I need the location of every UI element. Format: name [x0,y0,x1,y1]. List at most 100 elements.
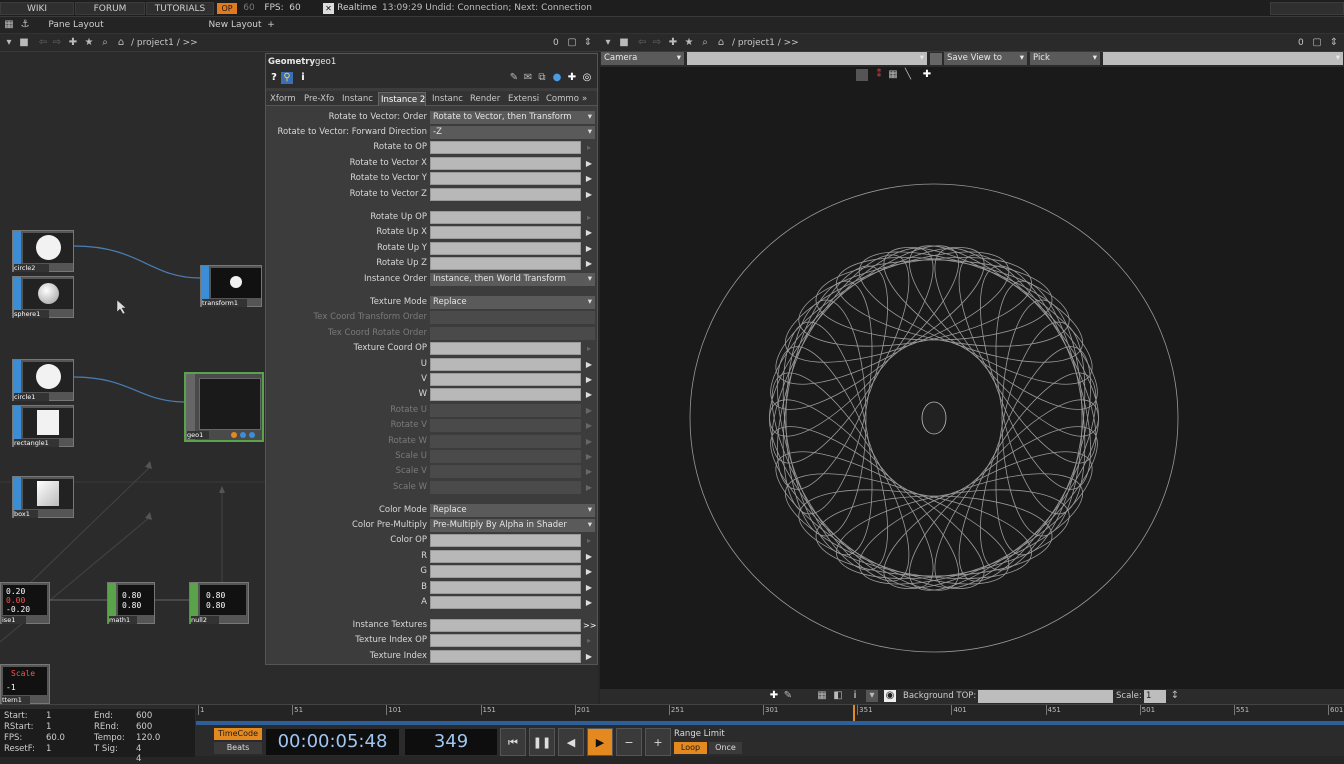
rstart-value[interactable]: 1 [46,722,51,732]
rtv-y-arrow[interactable]: ▶ [583,172,595,185]
instance-textures-expand[interactable]: >> [583,619,596,632]
g-field[interactable] [430,565,581,578]
viewer-tool-5[interactable]: ✚ [921,69,933,81]
timecode-button[interactable]: TimeCode [214,728,262,740]
viewer-tool-1[interactable] [856,69,868,81]
tab-instance[interactable]: Instanc [342,92,376,106]
rotate-up-x-field[interactable] [430,226,581,239]
forward-icon[interactable]: ⇨ [51,37,63,49]
realtime-checkbox[interactable]: ✕ [323,3,334,14]
tab-pre-xform[interactable]: Pre-Xfo [304,92,338,106]
viewer-field[interactable] [687,52,927,65]
timeline-scrub[interactable] [196,721,1344,725]
timecode-display[interactable]: 00:00:05:48 [266,729,399,755]
pane-menu-icon[interactable]: ▾ [3,37,15,49]
rtv-x-arrow[interactable]: ▶ [583,157,595,170]
new-layout-tab[interactable]: New Layout [206,19,264,32]
scale-field[interactable]: 1 [1144,690,1166,703]
help-icon[interactable]: ? [268,72,280,84]
node-circle1[interactable]: circle1 [12,359,74,401]
rotate-to-op-arrow[interactable]: ▸ [583,141,595,154]
tempo-value[interactable]: 120.0 [136,733,160,743]
rotate-to-op-field[interactable] [430,141,581,154]
viewer-search-icon[interactable]: ⌕ [699,37,711,49]
viewer-add-icon[interactable]: ✚ [667,37,679,49]
resetf-value[interactable]: 1 [46,744,51,754]
rotate-up-z-arrow[interactable]: ▶ [583,257,595,270]
forum-button[interactable]: FORUM [75,2,145,15]
vb-camera-icon[interactable]: ◉ [884,690,896,702]
start-value[interactable]: 1 [46,711,51,721]
tl-fps-value[interactable]: 60.0 [46,733,65,743]
info-icon[interactable]: i [297,72,309,84]
rend-value[interactable]: 600 [136,722,152,732]
viewer-pane-menu-icon[interactable]: ▾ [602,37,614,49]
tab-more[interactable]: » [582,92,594,106]
settings-icon[interactable]: ◎ [581,72,593,84]
color-premult-dropdown[interactable]: Pre-Multiply By Alpha in Shader [430,519,595,532]
wiki-button[interactable]: WIKI [0,2,74,15]
add-layout-button[interactable]: + [265,19,277,32]
bookmark-icon[interactable]: ★ [83,37,95,49]
viewer-tool-4[interactable]: ╲ [902,69,914,81]
maximize-icon[interactable]: ▢ [566,37,578,49]
viewer-path[interactable]: / project1 / >> [732,38,799,48]
timeline-ruler[interactable]: 1 51 101 151 201 251 301 351 401 451 501 551 601 [196,705,1344,721]
u-arrow[interactable]: ▶ [583,358,595,371]
rotate-up-y-field[interactable] [430,242,581,255]
viewer-tool-3[interactable]: ▦ [887,69,899,81]
rtv-y-field[interactable] [430,172,581,185]
a-field[interactable] [430,596,581,609]
search-icon[interactable]: ⌕ [99,37,111,49]
perf-mode-badge[interactable]: OP [217,3,237,14]
node-geo1[interactable]: geo1 [184,372,264,442]
vb-paint-icon[interactable]: ✎ [782,690,794,702]
node-circle2[interactable]: circle2 [12,230,74,272]
tab-instance-3[interactable]: Instanc [432,92,465,106]
python-icon[interactable]: ⚲ [281,72,293,84]
vb-cube-icon[interactable]: ◧ [832,690,844,702]
tutorials-button[interactable]: TUTORIALS [146,2,214,15]
tab-common[interactable]: Commo [546,92,580,106]
rewind-button[interactable]: ⏮ [500,728,526,756]
rotate-up-z-field[interactable] [430,257,581,270]
viewer-stop-icon[interactable]: ■ [618,37,630,49]
viewer-bookmark-icon[interactable]: ★ [683,37,695,49]
viewer-tool-2[interactable]: ⁑ [873,69,885,81]
network-path[interactable]: / project1 / >> [131,38,198,48]
r-field[interactable] [430,550,581,563]
w-arrow[interactable]: ▶ [583,388,595,401]
scale-slider-icon[interactable]: ↕ [1169,690,1181,702]
rtv-z-arrow[interactable]: ▶ [583,188,595,201]
texture-coord-op-field[interactable] [430,342,581,355]
camera-dropdown[interactable]: Camera [601,52,684,65]
g-arrow[interactable]: ▶ [583,565,595,578]
tab-render[interactable]: Render [470,92,502,106]
home-icon[interactable]: ⌂ [115,37,127,49]
tab-xform[interactable]: Xform [270,92,300,106]
color-op-field[interactable] [430,534,581,547]
b-arrow[interactable]: ▶ [583,581,595,594]
pause-button[interactable]: ❚❚ [529,728,555,756]
vb-info-icon[interactable]: i [849,690,861,702]
node-box1[interactable]: box1 [12,476,74,518]
node-noise1[interactable]: 0.20 0.00 -0.20 ise1 [0,582,50,624]
beats-button[interactable]: Beats [214,742,262,754]
step-minus-button[interactable]: − [616,728,642,756]
v-arrow[interactable]: ▶ [583,373,595,386]
rtv-x-field[interactable] [430,157,581,170]
step-plus-button[interactable]: + [645,728,671,756]
tsig-value[interactable]: 4 4 [136,744,141,764]
add-op-icon[interactable]: ✚ [67,37,79,49]
pick-dropdown[interactable]: Pick [1030,52,1100,65]
frame-display[interactable]: 349 [405,729,497,755]
play-button[interactable]: ▶ [587,728,613,756]
b-field[interactable] [430,581,581,594]
viewer-split-icon[interactable]: ⇕ [1328,37,1340,49]
color-op-arrow[interactable]: ▸ [583,534,595,547]
once-button[interactable]: Once [709,742,742,754]
add-param-icon[interactable]: ✚ [566,72,578,84]
geometry-viewer[interactable]: Camera Save View to Pick ⁑ ▦ ╲ ✚ ✚ ✎ ▦ ◧… [600,52,1344,704]
save-view-dropdown[interactable]: Save View to [944,52,1027,65]
vb-grid-icon[interactable]: ▦ [816,690,828,702]
